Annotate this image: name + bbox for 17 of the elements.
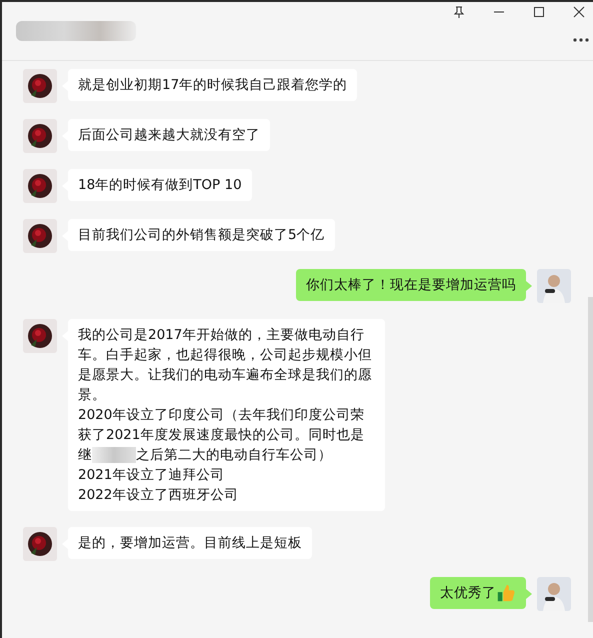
blurred-text [92,447,136,464]
bubble-tail [526,281,532,291]
message-bubble: 18年的时候有做到TOP 10 [68,169,252,201]
message-bubble: 就是创业初期17年的时候我自己跟着您学的 [68,69,358,101]
thumbs-up-icon [496,583,516,604]
message-bubble: 后面公司越来越大就没有空了 [68,119,270,151]
message-bubble: 你们太棒了！现在是要增加运营吗 [296,269,526,301]
message-bubble: 目前我们公司的外销售额是突破了5个亿 [68,219,335,251]
bubble-tail [526,589,532,599]
close-icon[interactable] [573,6,585,18]
message-bubble: 是的，要增加运营。目前线上是短板 [68,527,312,559]
message-bubble: 我的公司是2017年开始做的，主要做电动自行车。白手起家，也起得很晚，公司起步规模小但是愿景大。让我们的电动车遍布全球是我们的愿景。 2020年设立了印度公司（去年我们印度公司荣获了2021年度发展速度最快的公司。同时也是继 之后第二大的电动自行车公司） 2021年设立了迪拜公司 2022年设立了西班牙公司 [68,319,385,511]
message-bubble: 太优秀了 [430,577,526,610]
maximize-icon[interactable] [533,6,545,18]
more-icon[interactable] [573,38,589,42]
pin-icon[interactable] [453,6,465,18]
scrollbar[interactable] [588,297,593,622]
